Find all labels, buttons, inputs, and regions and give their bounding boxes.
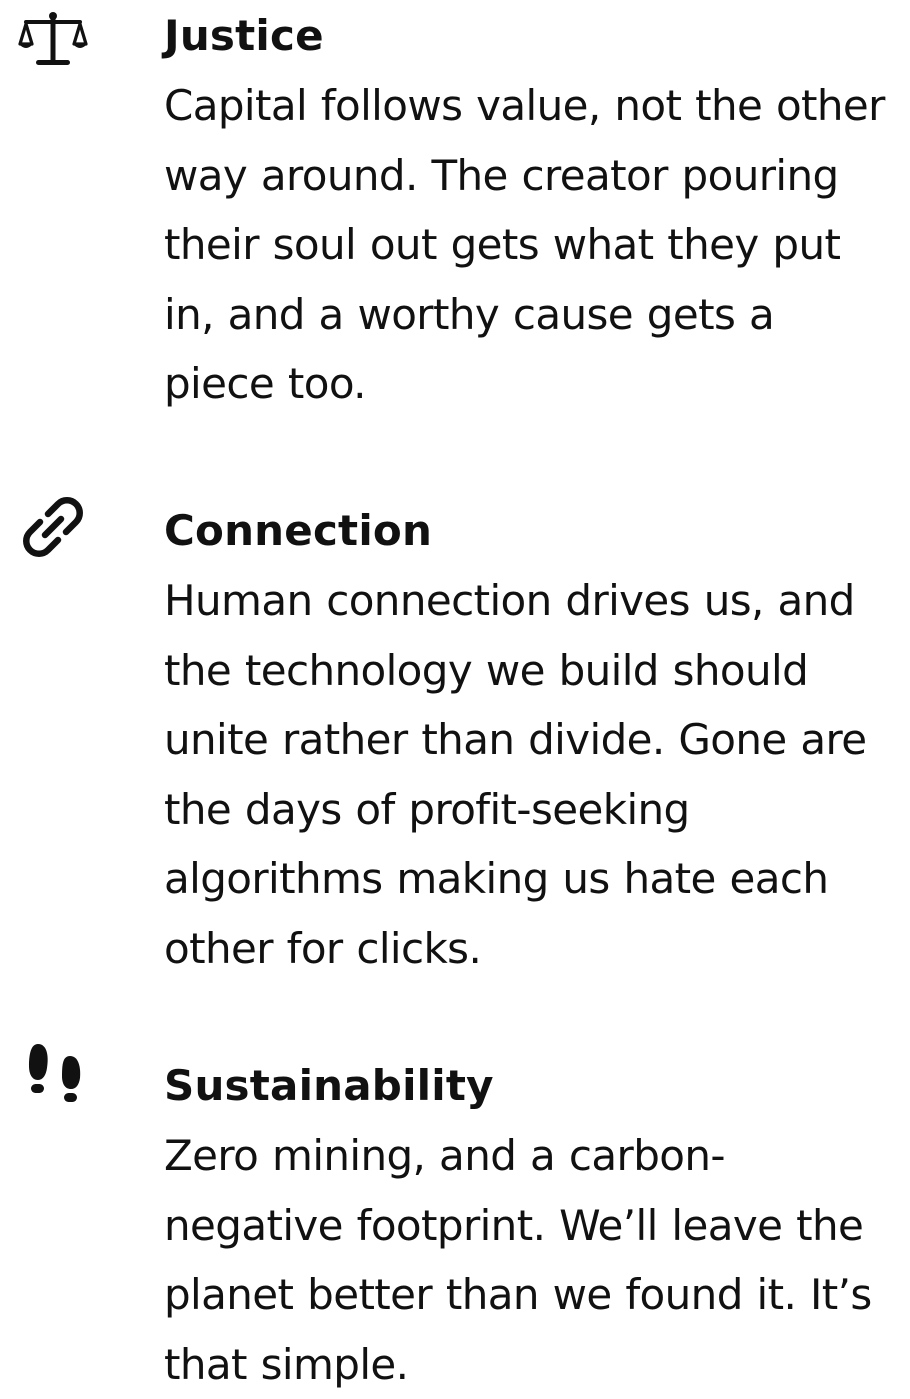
value-title: Sustainability — [164, 1061, 494, 1110]
values-list: Justice Capital follows value, not the o… — [0, 0, 910, 1389]
value-title: Justice — [164, 11, 324, 60]
footprints-icon — [18, 1042, 88, 1112]
value-description: Human connection drives us, and the tech… — [164, 576, 867, 973]
scales-icon — [18, 8, 88, 78]
value-text: Justice Capital follows value, not the o… — [164, 10, 894, 419]
value-title: Connection — [164, 506, 433, 555]
value-description: Capital follows value, not the other way… — [164, 81, 885, 408]
value-text: Connection Human connection drives us, a… — [164, 505, 894, 983]
value-text: Sustainability Zero mining, and a carbon… — [164, 1060, 894, 1399]
link-icon — [18, 492, 88, 562]
value-description: Zero mining, and a carbon-negative footp… — [164, 1131, 872, 1389]
